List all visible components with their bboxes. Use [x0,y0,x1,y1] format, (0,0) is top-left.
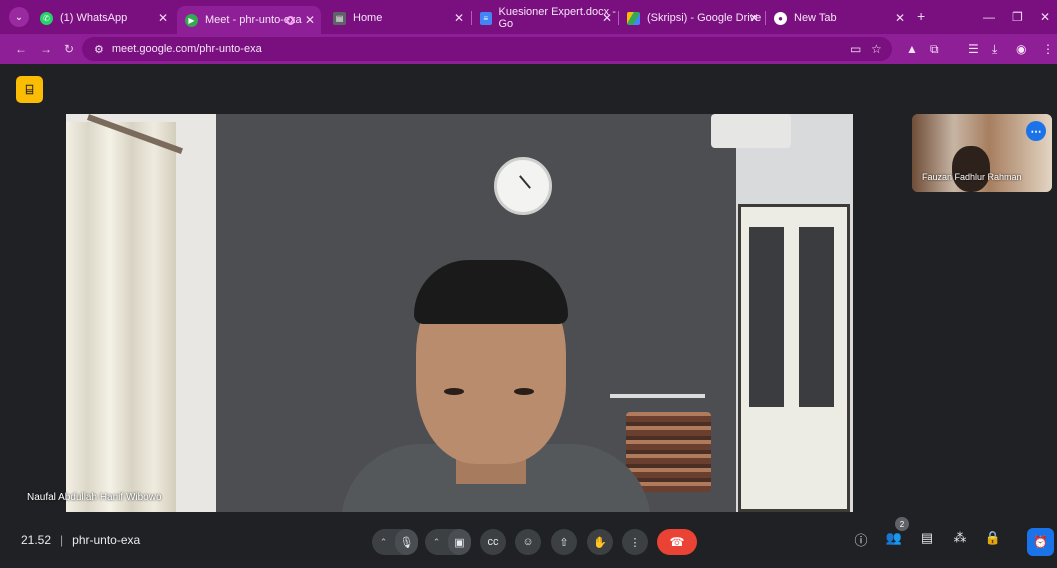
captions-icon[interactable]: cc [480,529,506,555]
chevron-up-icon[interactable]: ⌃ [372,537,395,548]
raise-hand-icon[interactable]: ✋ [587,529,613,555]
video-scene [494,157,552,215]
video-scene [414,260,568,324]
tab-drive[interactable]: (Skripsi) - Google Drive ✕ [619,6,765,30]
tile-video [952,146,990,192]
reading-list-icon[interactable]: ☰ [968,42,979,56]
extensions-icon[interactable]: ⧉ [930,42,939,57]
close-icon[interactable]: ✕ [895,11,905,25]
home-app-icon: ▤ [333,11,346,25]
tab-title: New Tab [794,12,837,24]
activities-icon[interactable]: ⁂ [949,530,971,546]
chrome-icon: ● [774,11,787,25]
chat-icon[interactable]: ▤ [916,530,938,546]
people-icon[interactable]: 👥 [883,530,905,546]
microphone-icon[interactable]: 🎙 [395,529,418,555]
more-options-icon[interactable]: ⋯ [1026,121,1046,141]
video-scene [711,114,791,148]
downloads-icon[interactable]: ⤓ [992,42,997,57]
meet-stage: ⌸ Naufal Abdullah Hanif Wibowo ⋯ Fauzan … [0,64,1057,568]
minimize-icon[interactable]: — [983,10,995,24]
cast-icon[interactable]: ▭ [850,42,861,56]
profile-avatar-icon[interactable]: ◉ [1016,42,1026,56]
tab-title: (Skripsi) - Google Drive [647,12,762,24]
main-speaker-name: Naufal Abdullah Hanif Wibowo [27,492,162,503]
browser-menu-icon[interactable]: ⋮ [1042,42,1054,56]
tab-title: (1) WhatsApp [60,12,128,24]
tab-title: Home [353,12,383,24]
tab-meet[interactable]: ▶ Meet - phr-unto-exa ✕ [177,6,321,34]
emoji-icon[interactable]: ☺ [515,529,541,555]
end-call-button[interactable]: ☎ [657,529,697,555]
timer-icon[interactable]: ⏰ [1027,528,1054,556]
video-scene [610,394,705,398]
drive-icon [627,11,640,25]
tab-home[interactable]: ▤ Home ✕ [325,6,470,30]
browser-toolbar: ← → ↻ ⚙ meet.google.com/phr-unto-exa ▭ ☆… [0,34,1057,64]
meet-icon: ▶ [185,13,198,27]
tab-title: Kuesioner Expert.docx - Go [498,6,616,30]
meeting-info: 21.52 | phr-unto-exa [21,533,140,547]
video-scene [514,388,534,395]
tab-docs[interactable]: ≡ Kuesioner Expert.docx - Go ✕ [472,6,618,30]
window-close-icon[interactable]: ✕ [1040,10,1050,24]
video-scene [749,227,784,407]
meeting-code: phr-unto-exa [72,533,141,547]
video-scene [738,204,850,512]
video-scene [444,388,464,395]
people-count-badge: 2 [895,517,909,531]
tab-whatsapp[interactable]: ✆ (1) WhatsApp ✕ [32,6,174,30]
meeting-time: 21.52 [21,533,52,547]
video-scene [799,227,834,407]
close-icon[interactable]: ✕ [158,11,168,25]
bookmark-star-icon[interactable]: ☆ [871,42,882,56]
close-icon[interactable]: ✕ [454,11,464,25]
tab-strip: ⌄ ✆ (1) WhatsApp ✕ ▶ Meet - phr-unto-exa… [0,0,1057,34]
close-icon[interactable]: ✕ [749,11,759,25]
tab-search-button[interactable]: ⌄ [9,7,29,27]
participant-name: Fauzan Fadhlur Rahman [922,172,1022,182]
meeting-details-icon[interactable]: ⓘ [850,530,872,549]
close-icon[interactable]: ✕ [602,11,612,25]
address-bar[interactable]: ⚙ meet.google.com/phr-unto-exa [82,37,892,61]
url-text: meet.google.com/phr-unto-exa [111,43,262,55]
chevron-up-icon[interactable]: ⌃ [425,537,448,548]
docs-icon: ≡ [480,11,492,25]
restore-icon[interactable]: ❐ [1012,10,1023,24]
whatsapp-icon: ✆ [40,11,53,25]
back-icon[interactable]: ← [15,42,27,56]
video-scene [66,122,176,512]
main-video[interactable] [66,114,853,512]
camera-icon[interactable]: ▣ [448,529,471,555]
participant-tile[interactable]: ⋯ Fauzan Fadhlur Rahman [912,114,1052,192]
tab-new-tab[interactable]: ● New Tab ✕ [766,6,911,30]
reload-icon[interactable]: ↻ [64,42,74,56]
divider: | [60,533,64,547]
host-controls-icon[interactable]: 🔒 [982,530,1004,546]
meeting-logo-icon[interactable]: ⌸ [16,76,43,103]
close-icon[interactable]: ✕ [305,13,315,27]
site-settings-icon[interactable]: ⚙ [94,43,104,56]
new-tab-icon[interactable]: + [917,8,925,24]
more-options-icon[interactable]: ⋮ [622,529,648,555]
present-screen-icon[interactable]: ⇧ [551,529,577,555]
drive-extension-icon[interactable]: ▲ [906,42,918,56]
microphone-control[interactable]: ⌃ 🎙 [372,529,418,555]
forward-icon[interactable]: → [40,42,52,56]
recording-indicator-icon [286,15,295,25]
camera-control[interactable]: ⌃ ▣ [425,529,471,555]
video-scene [626,412,711,492]
